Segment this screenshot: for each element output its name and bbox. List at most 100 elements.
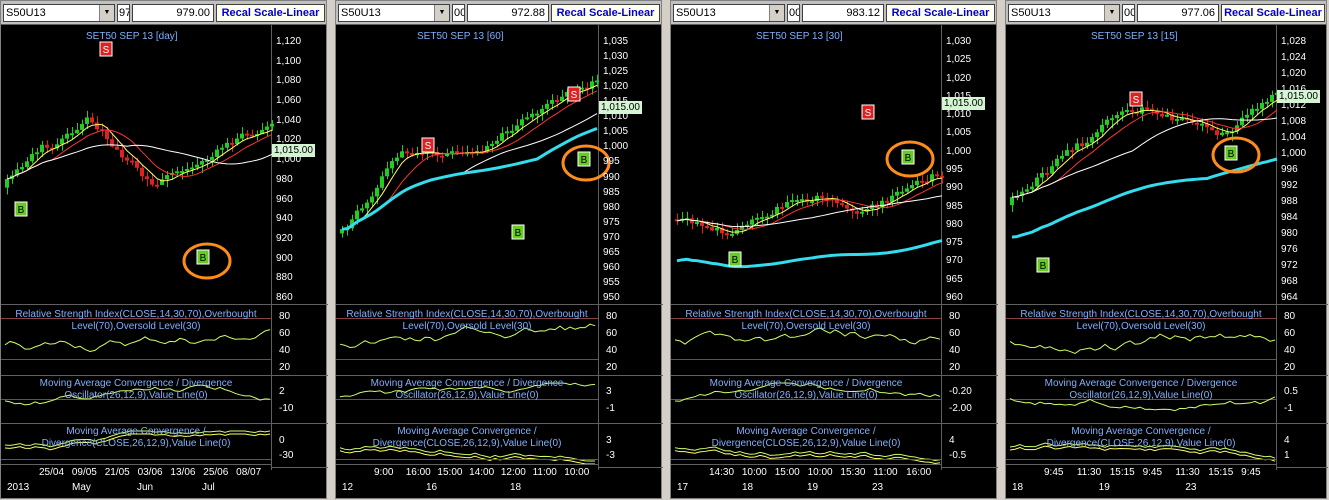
panel-toolbar: S50U13 ▼ 00 972.88 Recal Scale-Linear xyxy=(336,1,661,25)
x-date-label: 14:30 xyxy=(709,467,735,478)
candle xyxy=(555,100,559,103)
macd-zero-line xyxy=(336,459,598,460)
y-tick-label: 980 xyxy=(276,173,293,185)
candle xyxy=(560,96,564,102)
chart-panel-4[interactable]: S50U13 ▼ 00 977.06 Recal Scale-Linear B S B… xyxy=(1005,0,1328,499)
rsi-oversold-line xyxy=(671,359,941,360)
candle xyxy=(1225,132,1229,135)
chart-title: SET50 SEP 13 [30] xyxy=(756,31,843,42)
candle xyxy=(1075,143,1079,151)
candle xyxy=(840,203,844,206)
candle xyxy=(705,226,709,229)
candle xyxy=(500,133,504,141)
candle xyxy=(845,204,849,209)
symbol-select[interactable]: S50U13 ▼ xyxy=(3,4,115,22)
y-tick-label: 950 xyxy=(603,292,620,303)
chevron-down-icon[interactable]: ▼ xyxy=(1104,5,1119,21)
x-period-label: 2013 xyxy=(7,482,30,493)
candle-wick xyxy=(1017,190,1018,201)
candle xyxy=(1090,137,1094,143)
chart-panel-2[interactable]: S50U13 ▼ 00 972.88 Recal Scale-Linear S B S… xyxy=(335,0,663,499)
x-date-label: 16:00 xyxy=(906,467,932,478)
x-period-label: 23 xyxy=(872,482,884,493)
recal-scale-button[interactable]: Recal Scale-Linear xyxy=(551,4,660,22)
y-tick-label: 1,040 xyxy=(276,114,302,126)
indicator-tick-label: 40 xyxy=(606,345,618,356)
chart-panel-3[interactable]: S50U13 ▼ 00 983.12 Recal Scale-Linear B S B… xyxy=(670,0,998,499)
y-tick-label: 1,100 xyxy=(276,55,302,67)
candle xyxy=(390,161,394,169)
indicator-tick-label: 80 xyxy=(279,311,291,322)
x-date-label: 15:00 xyxy=(774,467,800,478)
candle xyxy=(185,168,189,172)
symbol-select[interactable]: S50U13 ▼ xyxy=(673,4,785,22)
rsi-oversold-line xyxy=(1,359,271,360)
candle xyxy=(135,161,139,168)
signal-label: S xyxy=(865,108,872,119)
field-partial: 00 xyxy=(1122,4,1135,22)
candle xyxy=(800,199,804,202)
candle-wick xyxy=(467,145,468,157)
chevron-down-icon[interactable]: ▼ xyxy=(434,5,449,21)
y-tick-label: 968 xyxy=(1281,276,1298,287)
symbol-select[interactable]: S50U13 ▼ xyxy=(338,4,450,22)
x-period-label: 18 xyxy=(742,482,754,493)
chevron-down-icon[interactable]: ▼ xyxy=(99,5,114,21)
x-period-label: 23 xyxy=(1185,482,1197,493)
panel-toolbar: S50U13 ▼ 00 977.06 Recal Scale-Linear xyxy=(1006,1,1326,25)
recal-scale-button[interactable]: Recal Scale-Linear xyxy=(886,4,995,22)
pane-divider xyxy=(671,375,998,376)
y-tick-label: 988 xyxy=(1281,196,1298,207)
candle-wick xyxy=(417,146,418,159)
symbol-select[interactable]: S50U13 ▼ xyxy=(1008,4,1120,22)
y-tick-label: 964 xyxy=(1281,292,1298,303)
candle xyxy=(1030,186,1034,190)
recal-scale-button[interactable]: Recal Scale-Linear xyxy=(216,4,325,22)
candle-wick xyxy=(177,166,178,176)
y-tick-label: 970 xyxy=(946,255,963,267)
oscillator-label: Moving Average Convergence / Divergence … xyxy=(709,378,903,401)
signal-label: S xyxy=(571,90,578,101)
candle xyxy=(85,117,89,124)
y-tick-label: 1,035 xyxy=(603,36,629,47)
y-tick-label: 990 xyxy=(946,182,963,194)
x-date-label: 11:00 xyxy=(532,467,557,478)
candle-wick xyxy=(677,213,678,225)
x-date-label: 25/06 xyxy=(203,467,229,478)
candle xyxy=(1200,123,1204,126)
candle xyxy=(270,123,274,127)
y-tick-label: 1,025 xyxy=(603,66,629,78)
y-tick-label: 960 xyxy=(276,193,293,205)
candle-wick xyxy=(1027,184,1028,195)
candle xyxy=(1240,117,1244,126)
candle xyxy=(920,180,924,183)
symbol-value: S50U13 xyxy=(341,7,381,19)
pane-divider xyxy=(1006,423,1328,424)
candle xyxy=(695,222,699,225)
candle xyxy=(95,122,99,130)
candle-wick xyxy=(462,146,463,157)
x-date-label: 13/06 xyxy=(170,467,196,478)
candle xyxy=(395,157,399,162)
candle-wick xyxy=(732,228,733,238)
ma-long-line xyxy=(676,239,943,269)
candle xyxy=(1040,172,1044,178)
symbol-value: S50U13 xyxy=(6,7,46,19)
candle xyxy=(180,171,184,174)
candle-wick xyxy=(682,212,683,223)
chart-panel-1[interactable]: S50U13 ▼ 97 979.00 Recal Scale-Linear B S B… xyxy=(0,0,328,499)
candle xyxy=(440,155,444,158)
candle xyxy=(1100,124,1104,133)
x-date-label: 10:00 xyxy=(807,467,833,478)
chevron-down-icon[interactable]: ▼ xyxy=(769,5,784,21)
candle xyxy=(1145,107,1149,110)
candle xyxy=(375,187,379,197)
candle xyxy=(150,179,154,185)
candle xyxy=(940,176,944,179)
recal-scale-button[interactable]: Recal Scale-Linear xyxy=(1221,4,1325,22)
pane-divider xyxy=(1,375,328,376)
y-tick-label: 920 xyxy=(276,232,293,244)
y-tick-label: 985 xyxy=(603,186,620,198)
ma-fast-line xyxy=(6,124,273,182)
indicator-tick-label: 1 xyxy=(1284,450,1290,461)
